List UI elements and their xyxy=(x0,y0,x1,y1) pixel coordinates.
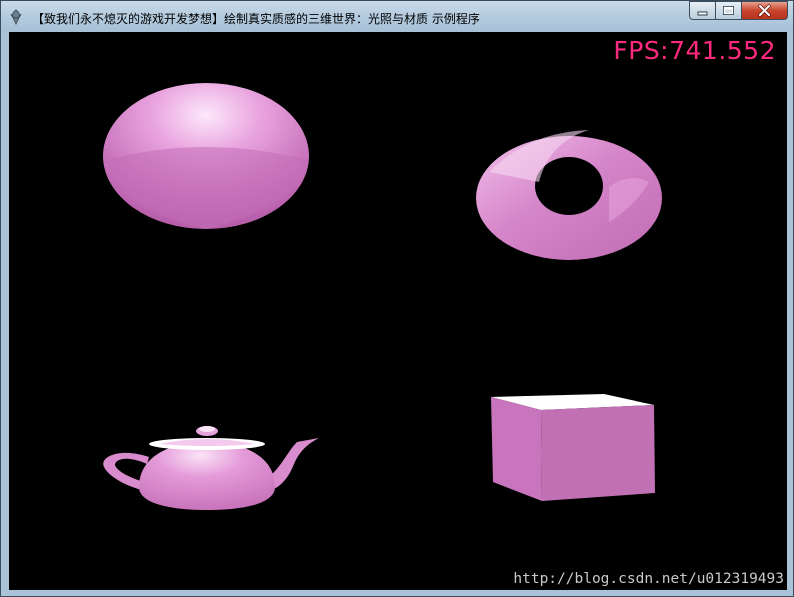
close-button[interactable] xyxy=(742,1,788,20)
fps-counter: FPS:741.552 xyxy=(613,36,776,65)
3d-scene xyxy=(103,83,662,510)
render-viewport[interactable]: FPS:741.552 http://blog.csdn.net/u012319… xyxy=(9,32,787,590)
maximize-button[interactable] xyxy=(716,1,742,20)
teapot-object xyxy=(103,426,319,510)
maximize-icon xyxy=(723,6,734,15)
window-title: 【致我们永不熄灭的游戏开发梦想】绘制真实质感的三维世界：光照与材质 示例程序 xyxy=(32,12,480,26)
minimize-icon xyxy=(697,11,708,16)
cube-object xyxy=(491,394,655,501)
minimize-button[interactable] xyxy=(689,1,716,20)
torus-object xyxy=(476,130,662,260)
app-icon[interactable] xyxy=(7,8,25,26)
close-icon xyxy=(758,4,771,17)
app-window: 【致我们永不熄灭的游戏开发梦想】绘制真实质感的三维世界：光照与材质 示例程序 F… xyxy=(0,0,794,597)
caption-buttons xyxy=(689,1,788,22)
title-bar[interactable]: 【致我们永不熄灭的游戏开发梦想】绘制真实质感的三维世界：光照与材质 示例程序 xyxy=(1,1,793,32)
watermark-url: http://blog.csdn.net/u012319493 xyxy=(513,571,784,587)
sphere-object xyxy=(103,83,309,229)
